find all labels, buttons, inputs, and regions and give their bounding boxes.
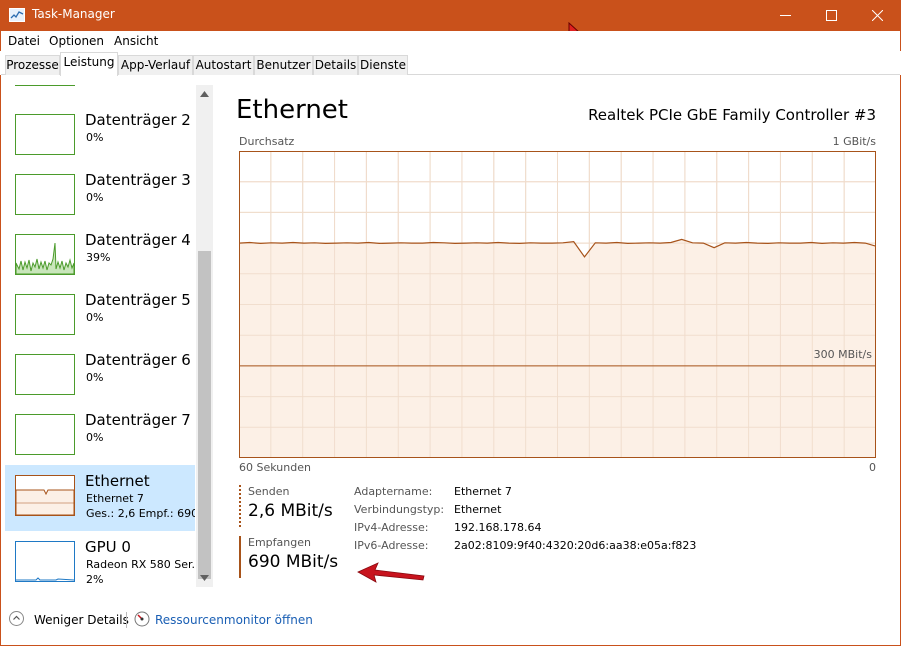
sidebar-item-disk-5[interactable]: Datenträger 5 (I 0% — [5, 284, 195, 344]
scrollbar-thumb[interactable] — [198, 251, 211, 579]
sidebar-item-label: GPU 0 — [85, 538, 131, 556]
title-bar: Task-Manager — [0, 0, 901, 41]
gpu-sparkline — [16, 577, 75, 581]
sidebar-item-disk-3[interactable]: Datenträger 3 (G 0% — [5, 164, 195, 224]
sidebar-item-disk-4[interactable]: Datenträger 4 (J 39% — [5, 224, 195, 284]
tab-bar: Prozesse Leistung App-Verlauf Autostart … — [1, 51, 900, 76]
fewer-details-button[interactable]: Weniger Details — [34, 613, 129, 627]
prop-value-ipv6: 2a02:8109:9f40:4320:20d6:aa38:e05a:f823 — [454, 539, 697, 552]
sidebar-item-value: 2% — [86, 573, 104, 586]
chart-grid-overlay — [239, 151, 876, 458]
scroll-down-icon — [200, 575, 209, 581]
scroll-up-icon — [200, 91, 209, 97]
chart-title: Durchsatz — [239, 135, 295, 148]
sidebar-item-gpu-0[interactable]: GPU 0 Radeon RX 580 Ser... 2% — [5, 531, 195, 587]
sidebar-thumb — [15, 354, 75, 395]
menu-bar: Datei Optionen Ansicht — [0, 31, 901, 51]
adapter-name: Realtek PCIe GbE Family Controller #3 — [588, 106, 876, 124]
send-value: 2,6 MBit/s — [248, 501, 333, 521]
sidebar-item-disk-2[interactable]: Datenträger 2 (F 0% — [5, 104, 195, 164]
tab-app-verlauf[interactable]: App-Verlauf — [118, 55, 193, 75]
sidebar-item-disk-7[interactable]: Datenträger 7 (K 0% — [5, 404, 195, 464]
prop-value-connection: Ethernet — [454, 503, 502, 516]
sidebar-item-partial[interactable] — [5, 85, 195, 95]
maximize-button[interactable] — [808, 0, 854, 31]
sidebar-item-label: Datenträger 5 (I — [85, 291, 195, 309]
sidebar-thumb — [15, 234, 75, 275]
time-axis-left: 60 Sekunden — [239, 461, 311, 474]
window-title: Task-Manager — [32, 7, 115, 21]
sidebar-item-label: Datenträger 3 (G — [85, 171, 195, 189]
sidebar-scrollbar[interactable] — [196, 85, 213, 587]
collapse-icon[interactable] — [9, 611, 24, 626]
chart-max-label: 1 GBit/s — [832, 135, 876, 148]
sidebar-item-disk-6[interactable]: Datenträger 6 (G 0% — [5, 344, 195, 404]
sidebar-item-label: Datenträger 4 (J — [85, 231, 195, 249]
resource-monitor-icon[interactable] — [134, 611, 150, 627]
menu-optionen[interactable]: Optionen — [49, 34, 104, 48]
menu-ansicht[interactable]: Ansicht — [114, 34, 158, 48]
tab-benutzer[interactable]: Benutzer — [254, 55, 313, 75]
time-axis-right: 0 — [869, 461, 876, 474]
prop-key-adapter: Adaptername: — [354, 485, 433, 498]
sidebar-item-label: Datenträger 7 (K — [85, 411, 195, 429]
close-button[interactable] — [854, 0, 900, 31]
prop-value-adapter: Ethernet 7 — [454, 485, 512, 498]
chart-marker-label: 300 MBit/s — [813, 348, 872, 361]
open-resource-monitor-link[interactable]: Ressourcenmonitor öffnen — [155, 613, 313, 627]
sidebar-item-ethernet[interactable]: Ethernet Ethernet 7 Ges.: 2,6 Empf.: 690… — [5, 465, 195, 531]
sidebar-item-adapter: Ethernet 7 — [86, 492, 144, 505]
sidebar-item-value: 39% — [86, 251, 111, 264]
sidebar-item-value: 0% — [86, 431, 104, 444]
receive-label: Empfangen — [248, 536, 311, 549]
performance-sidebar: Datenträger 2 (F 0% Datenträger 3 (G 0% … — [5, 85, 195, 587]
footer-divider — [126, 612, 127, 628]
task-manager-icon — [9, 8, 25, 22]
tab-details[interactable]: Details — [313, 55, 358, 75]
annotation-arrow-icon — [357, 562, 425, 583]
maximize-icon — [826, 10, 837, 21]
sidebar-thumb — [15, 85, 75, 86]
sidebar-item-value: 0% — [86, 131, 104, 144]
sidebar-thumb — [15, 114, 75, 155]
minimize-icon — [780, 15, 791, 16]
page-title: Ethernet — [236, 95, 348, 125]
ethernet-sparkline — [15, 489, 75, 516]
disk-activity-sparkline — [15, 242, 75, 275]
footer: Weniger Details Ressourcenmonitor öffnen — [0, 606, 901, 634]
sidebar-item-label: Datenträger 6 (G — [85, 351, 195, 369]
sidebar-item-model: Radeon RX 580 Ser... — [86, 558, 195, 571]
sidebar-thumb — [15, 414, 75, 455]
receive-value: 690 MBit/s — [248, 552, 339, 572]
minimize-button[interactable] — [762, 0, 808, 31]
sidebar-item-label: Datenträger 2 (F — [85, 111, 195, 129]
prop-key-ipv6: IPv6-Adresse: — [354, 539, 429, 552]
sidebar-item-throughput: Ges.: 2,6 Empf.: 690 I — [86, 507, 195, 520]
sidebar-thumb — [15, 541, 75, 582]
receive-stat: Empfangen 690 MBit/s — [239, 536, 338, 578]
tab-prozesse[interactable]: Prozesse — [5, 55, 60, 75]
sidebar-item-label: Ethernet — [85, 472, 150, 490]
close-icon — [872, 10, 883, 21]
prop-key-connection: Verbindungstyp: — [354, 503, 445, 516]
send-stat: Senden 2,6 MBit/s — [239, 485, 333, 527]
tab-dienste[interactable]: Dienste — [358, 55, 408, 75]
throughput-chart — [239, 151, 876, 458]
prop-value-ipv4: 192.168.178.64 — [454, 521, 542, 534]
prop-key-ipv4: IPv4-Adresse: — [354, 521, 429, 534]
sidebar-thumb — [15, 475, 75, 516]
tab-autostart[interactable]: Autostart — [193, 55, 254, 75]
menu-datei[interactable]: Datei — [8, 34, 40, 48]
tab-leistung[interactable]: Leistung — [60, 52, 118, 76]
sidebar-item-value: 0% — [86, 311, 104, 324]
sidebar-thumb — [15, 294, 75, 335]
sidebar-thumb — [15, 174, 75, 215]
sidebar-item-value: 0% — [86, 191, 104, 204]
sidebar-item-value: 0% — [86, 371, 104, 384]
send-label: Senden — [248, 485, 290, 498]
